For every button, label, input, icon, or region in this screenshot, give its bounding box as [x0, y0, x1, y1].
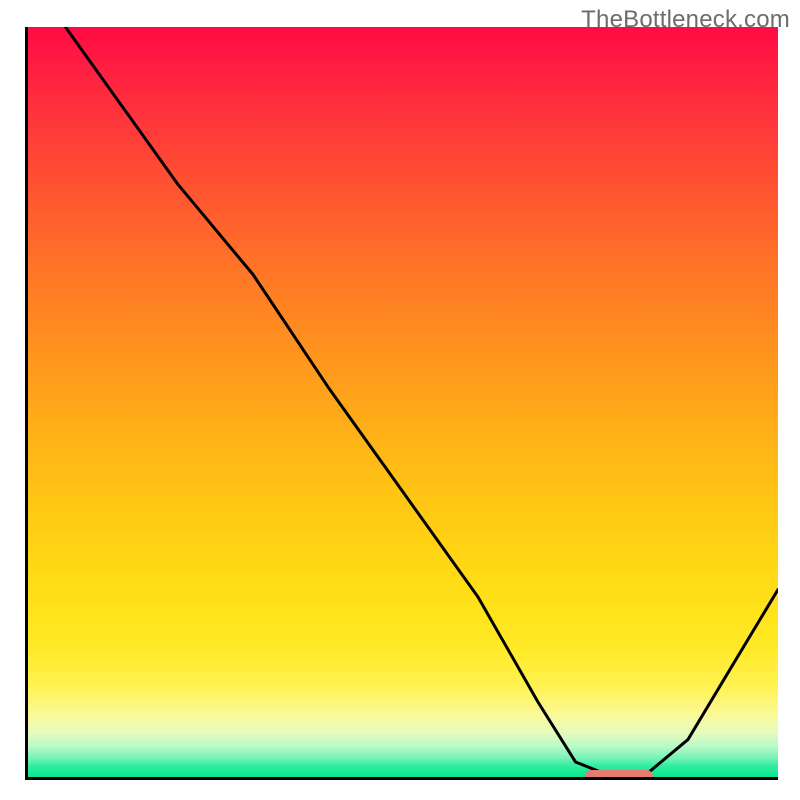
plot-area [25, 27, 778, 780]
chart-container: TheBottleneck.com [0, 0, 800, 800]
curve-path [65, 27, 778, 777]
bottleneck-curve [28, 27, 778, 777]
optimal-marker [585, 770, 653, 780]
